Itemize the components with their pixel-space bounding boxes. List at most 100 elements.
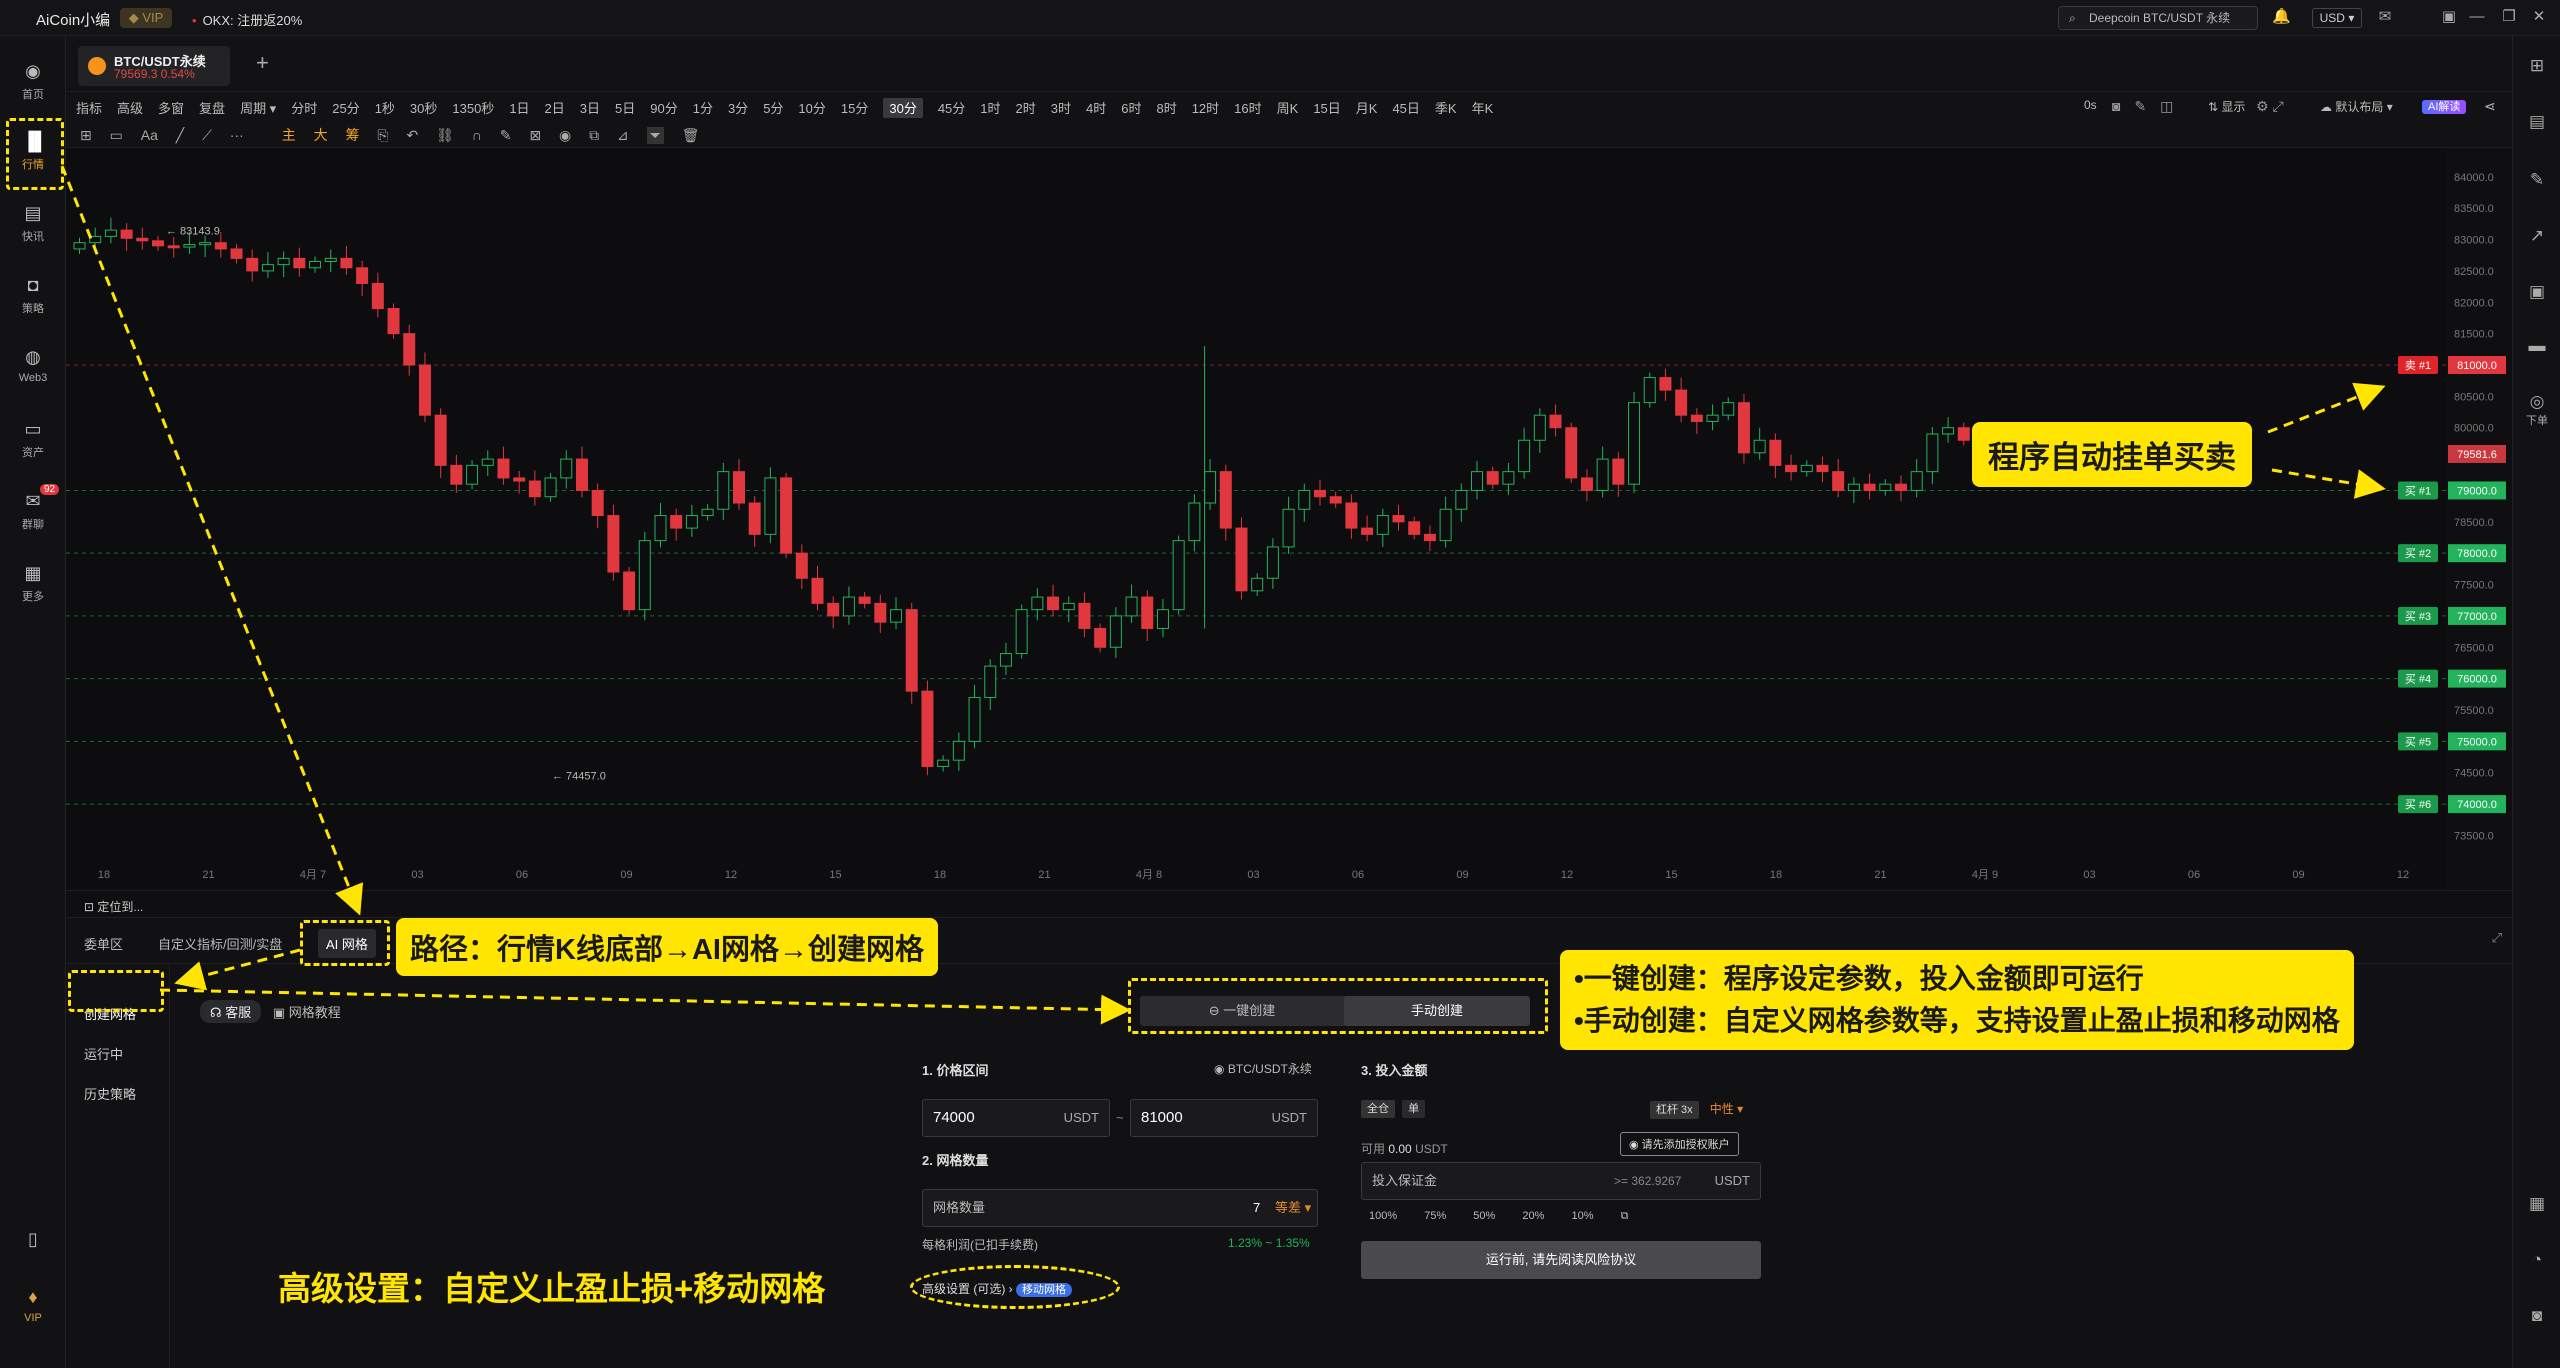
nav-more[interactable]: ▦ 更多 [0, 562, 66, 604]
crosshair-icon[interactable]: ⊞ [80, 127, 92, 144]
toolbar-item-2[interactable]: 多窗 [158, 98, 184, 118]
kline-chart[interactable]: 84000.0 83500.0 83000.0 82500.0 82000.0 81500… [66, 148, 2512, 890]
toolbar-item-24[interactable]: 3时 [1051, 98, 1071, 118]
toolbar-item-13[interactable]: 5日 [615, 98, 635, 118]
copy-icon[interactable]: ⎘ [377, 127, 388, 144]
window-icon[interactable]: ▣ [2440, 8, 2458, 26]
toolbar-item-6[interactable]: 25分 [332, 98, 359, 118]
share-icon[interactable]: ⋖ [2484, 98, 2496, 115]
tab-indicators[interactable]: 自定义指标/回测/实盘 [158, 934, 282, 953]
monitor-icon[interactable]: ▣ [2513, 282, 2560, 302]
menu-history[interactable]: 历史策略 [84, 1084, 136, 1103]
toolbar-item-27[interactable]: 8时 [1156, 98, 1176, 118]
tutorial-link[interactable]: ▣ 网格教程 [273, 1005, 341, 1020]
magnet-icon[interactable]: ∩ [472, 127, 482, 143]
rect-icon[interactable]: ▭ [110, 127, 123, 144]
settings-icon[interactable]: ⚙ ⤢ [2256, 98, 2284, 115]
toolbar-item-17[interactable]: 5分 [763, 98, 783, 118]
grid-count-input[interactable]: 网格数量 7 等差 ▾ [922, 1189, 1318, 1227]
chain-icon[interactable]: ⛓ [436, 127, 454, 144]
toolbar-item-16[interactable]: 3分 [728, 98, 748, 118]
currency-select[interactable]: USD ▾ [2312, 8, 2362, 28]
eye-icon[interactable]: ◉ [559, 127, 571, 144]
document-icon[interactable]: ▤ [2513, 112, 2560, 132]
percent-20[interactable]: 20% [1522, 1210, 1544, 1222]
run-button[interactable]: 运行前, 请先阅读风险协议 [1361, 1241, 1761, 1279]
mail-icon[interactable]: ✉ [2376, 8, 2394, 26]
toolbar-item-15[interactable]: 1分 [693, 98, 713, 118]
upper-price-input[interactable]: 81000 USDT [1130, 1099, 1318, 1137]
toolbar-item-28[interactable]: 12时 [1192, 98, 1219, 118]
bell-icon[interactable]: 🔔 [2272, 8, 2291, 26]
text-icon[interactable]: Aa [141, 127, 158, 143]
toolbar-item-18[interactable]: 10分 [798, 98, 825, 118]
percent-100[interactable]: 100% [1369, 1210, 1397, 1222]
toolbar-item-30[interactable]: 周K [1277, 98, 1299, 118]
nav-strategy[interactable]: ◘ 策略 [0, 274, 66, 316]
toolbar-item-35[interactable]: 年K [1472, 98, 1494, 118]
close-icon[interactable]: ✕ [2530, 8, 2548, 26]
undo-icon[interactable]: ↶ [406, 127, 418, 144]
brand-name[interactable]: AiCoin小编 [36, 9, 110, 30]
isolated-margin-option[interactable]: 单 [1402, 1100, 1426, 1118]
more-icon[interactable]: ··· [230, 127, 244, 143]
nav-vip[interactable]: ♦ VIP [0, 1286, 66, 1324]
main-indicator-tool[interactable]: 主 [282, 125, 296, 145]
toolbar-item-7[interactable]: 1秒 [375, 98, 395, 118]
percent-75[interactable]: 75% [1424, 1210, 1446, 1222]
toolbar-item-25[interactable]: 4时 [1086, 98, 1106, 118]
tab-orders[interactable]: 委单区 [84, 934, 123, 953]
toolbar-item-19[interactable]: 15分 [841, 98, 868, 118]
toolbar-item-1[interactable]: 高级 [117, 98, 143, 118]
toolbar-item-23[interactable]: 2时 [1016, 98, 1036, 118]
toolbar-item-33[interactable]: 45日 [1392, 98, 1419, 118]
filter-icon[interactable]: ⏷ [646, 127, 664, 144]
search-input[interactable]: ⌕ Deepcoin BTC/USDT 永续 [2058, 6, 2258, 30]
edit-percent-icon[interactable]: ⧉ [1621, 1210, 1629, 1222]
vip-badge[interactable]: ◆ VIP [120, 8, 172, 28]
trash-icon[interactable]: 🗑 [682, 127, 700, 144]
minimize-icon[interactable]: — [2468, 8, 2486, 26]
toolbar-item-11[interactable]: 2日 [545, 98, 565, 118]
nav-news[interactable]: ▤ 快讯 [0, 202, 66, 244]
toolbar-item-34[interactable]: 季K [1435, 98, 1457, 118]
lower-price-input[interactable]: 74000 USDT [922, 1099, 1110, 1137]
chatbot-icon[interactable]: ◙ [2513, 1306, 2560, 1326]
toolbar-item-22[interactable]: 1时 [980, 98, 1000, 118]
kline-svg[interactable]: 84000.0 83500.0 83000.0 82500.0 82000.0 81500… [66, 148, 2512, 890]
chip-tool[interactable]: 筹 [345, 125, 359, 145]
nav-chat[interactable]: ✉ 群聊 92 [0, 484, 66, 532]
toolbar-item-31[interactable]: 15日 [1313, 98, 1340, 118]
toolbar-item-5[interactable]: 分时 [291, 98, 317, 118]
ai-interpret-button[interactable]: AI解读 [2422, 98, 2467, 114]
toolbar-item-26[interactable]: 6时 [1121, 98, 1141, 118]
percent-50[interactable]: 50% [1473, 1210, 1495, 1222]
toolbar-item-8[interactable]: 30秒 [410, 98, 437, 118]
percent-10[interactable]: 10% [1571, 1210, 1593, 1222]
realtime-label[interactable]: 0s [2084, 98, 2097, 112]
pen-icon[interactable]: ✎ [500, 127, 512, 144]
support-button[interactable]: ☊ 客服 [200, 1000, 262, 1023]
ray-icon[interactable]: ⟋ [202, 127, 212, 144]
leverage-select[interactable]: 杠杆 3x [1650, 1101, 1699, 1119]
alarm-icon[interactable]: ◔ [2513, 1250, 2560, 1270]
toolbar-item-20[interactable]: 30分 [883, 98, 923, 118]
toolbar-item-4[interactable]: 周期 ▾ [240, 98, 276, 118]
layout-select[interactable]: ☁ 默认布局 ▾ [2320, 98, 2393, 115]
toolbar-item-14[interactable]: 90分 [650, 98, 677, 118]
toolbar-item-21[interactable]: 45分 [938, 98, 965, 118]
add-account-button[interactable]: ◉ 请先添加授权账户 [1620, 1132, 1739, 1156]
display-toggle[interactable]: ⇅ 显示 [2208, 98, 2245, 115]
toolbar-item-9[interactable]: 1350秒 [452, 98, 494, 118]
calendar-icon[interactable]: ▦ [2513, 1194, 2560, 1214]
order-button[interactable]: ◎ 下单 [2513, 392, 2560, 428]
locator-button[interactable]: ⊡ 定位到... [84, 898, 143, 915]
promo-banner[interactable]: • OKX: 注册返20% [192, 10, 302, 29]
line-icon[interactable]: ╱ [176, 127, 184, 144]
lock-icon[interactable]: ⊠ [529, 127, 541, 144]
ruler-icon[interactable]: ⊿ [617, 127, 629, 144]
add-tab-icon[interactable]: + [256, 50, 269, 76]
toolbar-item-12[interactable]: 3日 [580, 98, 600, 118]
maximize-icon[interactable]: ❐ [2500, 8, 2518, 26]
toolbar-item-3[interactable]: 复盘 [199, 98, 225, 118]
